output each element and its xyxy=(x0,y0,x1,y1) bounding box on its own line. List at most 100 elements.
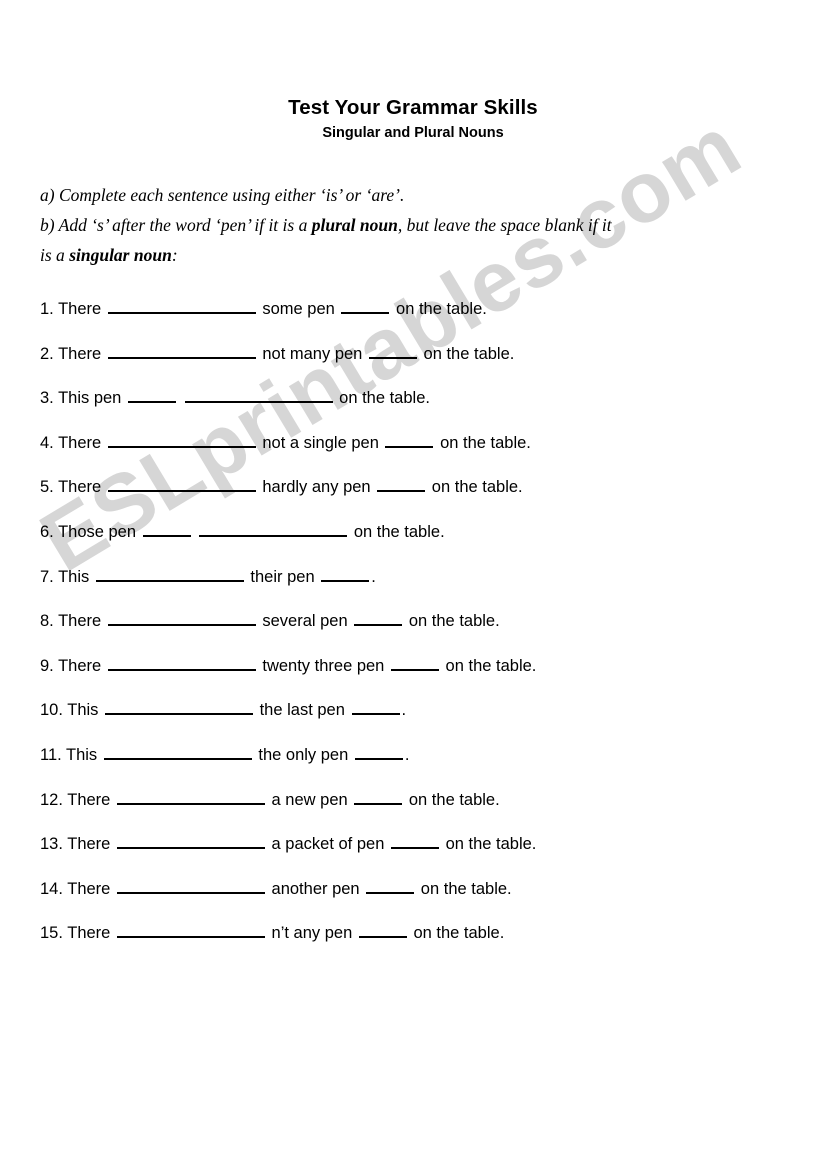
question-number: 11. xyxy=(40,745,62,764)
question-prefix-text: There xyxy=(58,612,102,631)
question-prefix-text: There xyxy=(67,790,111,809)
answer-blank-verb[interactable] xyxy=(116,789,265,805)
question-row: 6. Those pen on the table. xyxy=(40,521,800,566)
question-row: 4. There not a single pen on the table. xyxy=(40,432,800,477)
answer-blank-plural-s[interactable] xyxy=(354,610,403,627)
question-prefix-text: This xyxy=(58,567,90,586)
answer-blank-verb[interactable] xyxy=(107,655,256,671)
question-prefix-text: There xyxy=(67,879,111,898)
answer-blank-plural-s[interactable] xyxy=(142,521,191,537)
answer-blank-verb[interactable] xyxy=(107,610,256,627)
question-middle-text: not many pen xyxy=(262,344,363,363)
question-middle-text: several pen xyxy=(262,612,348,631)
question-middle-text: not a single pen xyxy=(262,433,379,452)
question-suffix-text: on the table. xyxy=(408,790,500,809)
instruction-line-a: a) Complete each sentence using either ‘… xyxy=(40,180,730,210)
question-row: 3. This pen on the table. xyxy=(40,387,800,432)
question-row: 11. This the only pen . xyxy=(40,744,800,789)
question-suffix-text: on the table. xyxy=(413,924,505,943)
question-middle-text: some pen xyxy=(262,300,335,318)
answer-blank-plural-s[interactable] xyxy=(354,789,403,805)
question-prefix-text: There xyxy=(67,924,111,943)
question-number: 1. xyxy=(40,300,54,318)
answer-blank-plural-s[interactable] xyxy=(390,655,439,671)
answer-blank-plural-s[interactable] xyxy=(377,476,426,493)
question-number: 15. xyxy=(40,924,63,943)
answer-blank-verb[interactable] xyxy=(105,699,253,716)
question-prefix-text: There xyxy=(58,656,102,675)
question-number: 13. xyxy=(40,835,63,854)
question-middle-text: a packet of pen xyxy=(271,835,385,854)
answer-blank-plural-s[interactable] xyxy=(341,298,390,314)
answer-blank-verb[interactable] xyxy=(184,387,333,404)
answer-blank-plural-s[interactable] xyxy=(368,343,417,359)
answer-blank-verb[interactable] xyxy=(107,432,256,448)
answer-blank-verb[interactable] xyxy=(116,833,265,850)
answer-blank-plural-s[interactable] xyxy=(385,432,434,448)
question-number: 12. xyxy=(40,790,63,809)
question-prefix-text: There xyxy=(58,300,102,318)
instruction-b-text-part2: , but leave the space blank if it xyxy=(397,215,612,235)
question-prefix-text: There xyxy=(58,478,102,497)
answer-blank-plural-s[interactable] xyxy=(354,744,403,760)
question-prefix-text: This xyxy=(66,745,98,764)
question-suffix-text: on the table. xyxy=(440,433,531,452)
answer-blank-verb[interactable] xyxy=(107,476,256,493)
question-middle-text: their pen xyxy=(250,567,315,586)
question-number: 6. xyxy=(40,522,54,541)
question-middle-text: a new pen xyxy=(271,790,348,809)
page-subtitle: Singular and Plural Nouns xyxy=(322,125,504,141)
question-middle-text: twenty three pen xyxy=(262,656,385,675)
page-title: Test Your Grammar Skills xyxy=(288,96,538,119)
answer-blank-verb[interactable] xyxy=(116,922,265,939)
question-prefix-text: Those pen xyxy=(58,522,137,541)
question-row: 13. There a packet of pen on the table. xyxy=(40,833,800,878)
answer-blank-verb[interactable] xyxy=(116,878,265,894)
answer-blank-verb[interactable] xyxy=(95,566,244,582)
question-suffix-text: on the table. xyxy=(408,612,500,631)
instruction-line-b: b) Add ‘s’ after the word ‘pen’ if it is… xyxy=(40,210,730,240)
instruction-b-bold-plural-noun: plural noun xyxy=(311,215,398,235)
question-suffix-text: . xyxy=(404,745,410,764)
answer-blank-plural-s[interactable] xyxy=(127,387,176,404)
question-row: 15. There n’t any pen on the table. xyxy=(40,922,800,967)
question-number: 2. xyxy=(40,344,54,363)
question-row: 1. There some pen on the table. xyxy=(40,298,800,343)
answer-blank-verb[interactable] xyxy=(103,744,252,760)
question-suffix-text: on the table. xyxy=(423,344,515,363)
answer-blank-plural-s[interactable] xyxy=(366,878,415,894)
answer-blank-plural-s[interactable] xyxy=(390,833,439,850)
question-middle-text: hardly any pen xyxy=(262,478,371,497)
question-number: 10. xyxy=(40,701,63,720)
question-suffix-text: on the table. xyxy=(353,522,445,541)
question-row: 12. There a new pen on the table. xyxy=(40,789,800,834)
instruction-a-text: a) Complete each sentence using either ‘… xyxy=(40,185,405,205)
question-number: 14. xyxy=(40,879,63,898)
question-number: 3. xyxy=(40,389,54,408)
question-prefix-text: This xyxy=(67,701,99,720)
question-suffix-text: . xyxy=(401,701,407,720)
answer-blank-plural-s[interactable] xyxy=(321,566,370,582)
answer-blank-plural-s[interactable] xyxy=(351,699,400,716)
question-row: 7. This their pen . xyxy=(40,566,800,611)
question-suffix-text: on the table. xyxy=(445,656,537,675)
instruction-line-c: is a singular noun: xyxy=(40,240,730,270)
question-row: 2. There not many pen on the table. xyxy=(40,343,800,388)
answer-blank-verb[interactable] xyxy=(199,521,348,537)
instruction-c-bold-singular-noun: singular noun xyxy=(69,245,172,265)
question-suffix-text: . xyxy=(371,567,376,586)
question-number: 4. xyxy=(40,433,54,452)
question-number: 9. xyxy=(40,656,54,675)
answer-blank-plural-s[interactable] xyxy=(358,922,407,939)
answer-blank-verb[interactable] xyxy=(107,298,256,314)
question-suffix-text: on the table. xyxy=(420,879,512,898)
question-number: 5. xyxy=(40,478,54,497)
question-suffix-text: on the table. xyxy=(396,300,487,318)
instruction-c-text-part1: is a xyxy=(40,245,70,265)
question-number: 7. xyxy=(40,567,54,586)
answer-blank-verb[interactable] xyxy=(107,343,256,359)
question-row: 10. This the last pen . xyxy=(40,699,800,744)
worksheet-page: ESLprintables.com Test Your Grammar Skil… xyxy=(0,0,826,1169)
question-number: 8. xyxy=(40,612,54,631)
question-middle-text: the only pen xyxy=(258,745,349,764)
